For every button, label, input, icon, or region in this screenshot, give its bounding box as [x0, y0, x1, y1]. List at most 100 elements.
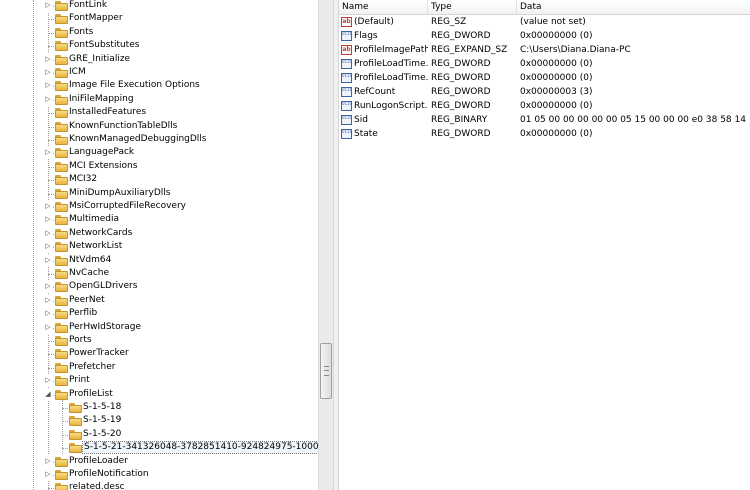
- tree-item[interactable]: ▷ PerHwIdStorage: [0, 321, 318, 334]
- value-row[interactable]: 0110 1001Sid REG_BINARY 01 05 00 00 00 00 …: [339, 113, 750, 127]
- tree-item[interactable]: ▷ OpenGLDrivers: [0, 280, 318, 293]
- expand-arrow-icon[interactable]: ▷: [43, 455, 53, 468]
- column-header-type[interactable]: Type: [428, 0, 517, 14]
- tree-item[interactable]: MiniDumpAuxiliaryDlls: [0, 187, 318, 200]
- expand-arrow-icon[interactable]: ▷: [43, 53, 53, 66]
- tree-item[interactable]: ▷ FontLink: [0, 0, 318, 12]
- tree-item-label: NvCache: [69, 268, 110, 278]
- tree-item[interactable]: PowerTracker: [0, 347, 318, 360]
- value-row[interactable]: 0110 1001RunLogonScript...REG_DWORD 0x000…: [339, 99, 750, 113]
- binary-value-icon: 0110 1001: [341, 129, 352, 139]
- expand-arrow-icon[interactable]: ▷: [43, 146, 53, 159]
- tree-item[interactable]: ▷ Perflib: [0, 307, 318, 320]
- tree-item-label: KnownFunctionTableDlls: [69, 121, 178, 131]
- tree-item-label: GRE_Initialize: [69, 54, 131, 64]
- tree-item[interactable]: ▷ Image File Execution Options: [0, 79, 318, 92]
- value-row[interactable]: 0110 1001State REG_DWORD 0x00000000 (0): [339, 127, 750, 141]
- expand-arrow-icon[interactable]: ▷: [43, 66, 53, 79]
- expand-arrow-icon[interactable]: ▷: [43, 93, 53, 106]
- value-data: 0x00000003 (3): [520, 87, 593, 97]
- tree-item[interactable]: Ports: [0, 334, 318, 347]
- tree-item-label: FontLink: [69, 0, 108, 10]
- tree-item[interactable]: Fonts: [0, 26, 318, 39]
- tree-item[interactable]: related.desc: [0, 481, 318, 490]
- tree-item[interactable]: NvCache: [0, 267, 318, 280]
- tree-item[interactable]: ▷ Multimedia: [0, 213, 318, 226]
- value-row[interactable]: 0110 1001Flags REG_DWORD 0x00000000 (0): [339, 29, 750, 43]
- registry-key-tree[interactable]: ▷ FontLink FontMapper Fonts FontSubstitutes ▷…: [0, 0, 318, 490]
- value-row[interactable]: ab (Default) REG_SZ (value not set): [339, 15, 750, 29]
- expand-arrow-icon[interactable]: ▷: [43, 240, 53, 253]
- tree-item[interactable]: ▷ NetworkList: [0, 240, 318, 253]
- collapse-arrow-icon[interactable]: ◢: [43, 388, 53, 401]
- tree-item[interactable]: FontMapper: [0, 12, 318, 25]
- column-header-data[interactable]: Data: [517, 0, 750, 14]
- folder-icon: [55, 175, 68, 185]
- expand-arrow-icon[interactable]: ▷: [43, 227, 53, 240]
- tree-item-label: MsiCorruptedFileRecovery: [69, 201, 186, 211]
- value-row[interactable]: 0110 1001ProfileLoadTime...REG_DWORD 0x00…: [339, 57, 750, 71]
- expand-arrow-icon[interactable]: ▷: [43, 294, 53, 307]
- expand-arrow-icon[interactable]: ▷: [43, 374, 53, 387]
- value-type: REG_EXPAND_SZ: [431, 45, 508, 55]
- value-row[interactable]: ab ProfileImagePath REG_EXPAND_SZ C:\Users\…: [339, 43, 750, 57]
- value-name: ProfileLoadTime...: [354, 59, 428, 69]
- tree-item-label: S-1-5-18: [83, 402, 122, 412]
- expand-arrow-icon[interactable]: ▷: [43, 213, 53, 226]
- column-header-name[interactable]: Name: [339, 0, 428, 14]
- expand-arrow-icon[interactable]: ▷: [43, 0, 53, 12]
- tree-item[interactable]: S-1-5-18: [0, 401, 318, 414]
- tree-item[interactable]: MCI32: [0, 173, 318, 186]
- tree-vertical-scrollbar[interactable]: [318, 0, 333, 490]
- expand-arrow-icon[interactable]: ▷: [43, 254, 53, 267]
- tree-item[interactable]: S-1-5-19: [0, 414, 318, 427]
- expand-arrow-icon[interactable]: ▷: [43, 468, 53, 481]
- folder-icon: [55, 68, 68, 78]
- expand-arrow-icon[interactable]: ▷: [43, 79, 53, 92]
- tree-item[interactable]: S-1-5-20: [0, 428, 318, 441]
- tree-item[interactable]: InstalledFeatures: [0, 106, 318, 119]
- folder-icon: [55, 28, 68, 38]
- folder-icon: [55, 390, 68, 400]
- expand-arrow-icon[interactable]: ▷: [43, 307, 53, 320]
- expand-arrow-icon[interactable]: ▷: [43, 280, 53, 293]
- tree-item[interactable]: ▷ LanguagePack: [0, 146, 318, 159]
- tree-item[interactable]: ▷ ICM: [0, 66, 318, 79]
- scrollbar-thumb[interactable]: [320, 343, 332, 399]
- tree-item[interactable]: ▷ MsiCorruptedFileRecovery: [0, 200, 318, 213]
- folder-icon: [55, 135, 68, 145]
- value-row[interactable]: 0110 1001RefCount REG_DWORD 0x00000003 (3): [339, 85, 750, 99]
- open-folder-icon: [69, 443, 82, 453]
- tree-item[interactable]: ▷ ProfileNotification: [0, 468, 318, 481]
- folder-icon: [55, 215, 68, 225]
- tree-item[interactable]: ▷ GRE_Initialize: [0, 53, 318, 66]
- tree-item[interactable]: KnownManagedDebuggingDlls: [0, 133, 318, 146]
- expand-arrow-icon[interactable]: ▷: [43, 321, 53, 334]
- tree-item[interactable]: FontSubstitutes: [0, 39, 318, 52]
- tree-item[interactable]: S-1-5-21-341326048-3782851410-924824975-…: [0, 441, 318, 454]
- tree-item[interactable]: ▷ NetworkCards: [0, 227, 318, 240]
- tree-item-label: PowerTracker: [69, 348, 129, 358]
- tree-item-label: InstalledFeatures: [69, 107, 147, 117]
- tree-item-label: ProfileLoader: [69, 456, 128, 466]
- value-row[interactable]: 0110 1001ProfileLoadTime...REG_DWORD 0x00…: [339, 71, 750, 85]
- string-value-icon: ab: [341, 45, 352, 55]
- binary-value-icon: 0110 1001: [341, 59, 352, 69]
- folder-icon: [55, 363, 68, 373]
- tree-item[interactable]: Prefetcher: [0, 361, 318, 374]
- tree-item-label: related.desc: [69, 482, 125, 490]
- tree-item[interactable]: MCI Extensions: [0, 160, 318, 173]
- tree-item[interactable]: ▷ Print: [0, 374, 318, 387]
- tree-item[interactable]: ▷ ProfileLoader: [0, 455, 318, 468]
- value-name: Flags: [354, 31, 378, 41]
- tree-item-label: FontMapper: [69, 13, 123, 23]
- tree-item[interactable]: ◢ ProfileList: [0, 388, 318, 401]
- expand-arrow-icon[interactable]: ▷: [43, 200, 53, 213]
- tree-item[interactable]: KnownFunctionTableDlls: [0, 120, 318, 133]
- tree-item-label: MCI32: [69, 174, 98, 184]
- tree-item[interactable]: ▷ IniFileMapping: [0, 93, 318, 106]
- folder-icon: [55, 282, 68, 292]
- registry-value-list[interactable]: Name Type Data ab (Default) REG_SZ (value n…: [339, 0, 750, 490]
- tree-item[interactable]: ▷ NtVdm64: [0, 254, 318, 267]
- tree-item[interactable]: ▷ PeerNet: [0, 294, 318, 307]
